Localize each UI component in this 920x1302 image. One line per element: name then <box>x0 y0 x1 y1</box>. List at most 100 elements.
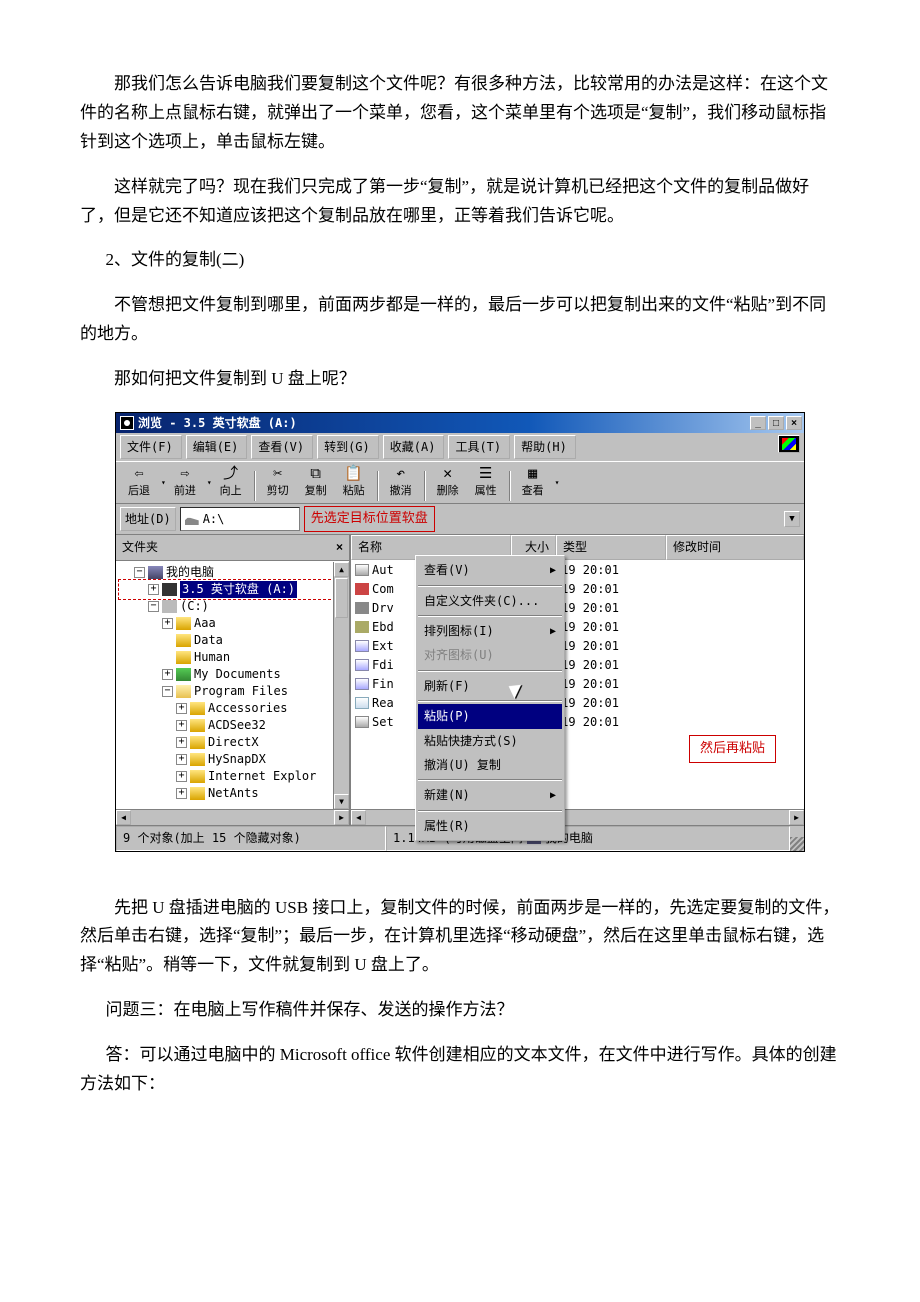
cut-icon: ✂ <box>268 464 288 482</box>
paste-icon: 📋 <box>344 464 364 482</box>
col-type[interactable]: 类型 <box>556 535 666 559</box>
file-icon <box>355 564 369 576</box>
tree-item[interactable]: ACDSee32 <box>208 717 266 734</box>
ctx-undo-copy[interactable]: 撤消(U) 复制 <box>418 753 562 777</box>
context-menu[interactable]: 查看(V)▶ 自定义文件夹(C)... 排列图标(I)▶ 对齐图标(U) 刷新(… <box>415 555 565 841</box>
paste-button[interactable]: 📋粘贴 <box>335 464 373 501</box>
file-icon <box>355 602 369 614</box>
views-label: 查看 <box>522 482 544 501</box>
delete-icon: ✕ <box>438 464 458 482</box>
menu-help[interactable]: 帮助(H) <box>514 435 576 459</box>
ctx-refresh[interactable]: 刷新(F) <box>418 674 562 698</box>
close-button[interactable]: × <box>786 416 802 430</box>
folder-pane-close[interactable]: × <box>336 537 343 557</box>
folder-icon <box>190 736 205 749</box>
ctx-customize[interactable]: 自定义文件夹(C)... <box>418 589 562 613</box>
paragraph: 答：可以通过电脑中的 Microsoft office 软件创建相应的文本文件，… <box>80 1041 840 1099</box>
tree-item[interactable]: Accessories <box>208 700 287 717</box>
col-mtime[interactable]: 修改时间 <box>666 535 804 559</box>
tree-c-drive[interactable]: (C:) <box>180 598 209 615</box>
menu-tools[interactable]: 工具(T) <box>448 435 510 459</box>
forward-label: 前进 <box>174 482 196 501</box>
delete-button[interactable]: ✕删除 <box>429 464 467 501</box>
floppy-icon <box>162 583 177 596</box>
back-label: 后退 <box>128 482 150 501</box>
copy-button[interactable]: ⧉复制 <box>297 464 335 501</box>
menu-goto[interactable]: 转到(G) <box>317 435 379 459</box>
paste-label: 粘贴 <box>343 482 365 501</box>
folder-icon <box>190 753 205 766</box>
ctx-new[interactable]: 新建(N)▶ <box>418 783 562 807</box>
app-icon <box>120 416 134 430</box>
folder-pane-header: 文件夹 × <box>116 535 349 560</box>
back-icon: ⇦ <box>129 464 149 482</box>
back-button[interactable]: ⇦后退 <box>120 464 158 501</box>
tree-item[interactable]: NetAnts <box>208 785 259 802</box>
drive-icon <box>162 600 177 613</box>
folder-icon <box>176 617 191 630</box>
up-label: 向上 <box>220 482 242 501</box>
address-value: A:\ <box>203 509 225 529</box>
tree-hscrollbar[interactable]: ◀▶ <box>116 809 349 825</box>
up-icon: ⤴ <box>221 464 241 482</box>
undo-icon: ↶ <box>391 464 411 482</box>
views-button[interactable]: ▦查看 <box>514 464 552 501</box>
paragraph: 那如何把文件复制到 U 盘上呢？ <box>80 365 840 394</box>
paragraph: 这样就完了吗？现在我们只完成了第一步“复制”，就是说计算机已经把这个文件的复制品… <box>80 173 840 231</box>
tree-item[interactable]: Aaa <box>194 615 216 632</box>
file-icon <box>355 583 369 595</box>
file-icon <box>355 659 369 671</box>
tree-item[interactable]: My Documents <box>194 666 281 683</box>
ctx-align: 对齐图标(U) <box>418 643 562 667</box>
tree-item[interactable]: HySnapDX <box>208 751 266 768</box>
tree-item[interactable]: Data <box>194 632 223 649</box>
paragraph: 问题三：在电脑上写作稿件并保存、发送的操作方法？ <box>80 996 840 1025</box>
tree-item[interactable]: Human <box>194 649 230 666</box>
folder-icon <box>190 702 205 715</box>
menu-edit[interactable]: 编辑(E) <box>186 435 248 459</box>
resize-grip[interactable] <box>790 837 804 851</box>
paragraph: 先把 U 盘插进电脑的 USB 接口上，复制文件的时候，前面两步是一样的，先选定… <box>80 894 840 981</box>
address-field[interactable]: A:\ <box>180 507 300 531</box>
tree-vscrollbar[interactable]: ▲ ▼ <box>333 562 349 810</box>
ctx-paste[interactable]: 粘贴(P) <box>418 704 562 728</box>
file-icon <box>355 640 369 652</box>
undo-button[interactable]: ↶撤消 <box>382 464 420 501</box>
cut-button[interactable]: ✂剪切 <box>259 464 297 501</box>
tree-item[interactable]: Internet Explor <box>208 768 316 785</box>
address-dropdown[interactable]: ▼ <box>784 511 800 527</box>
copy-label: 复制 <box>305 482 327 501</box>
file-icon <box>355 621 369 633</box>
tree-floppy[interactable]: 3.5 英寸软盘 (A:) <box>180 581 297 598</box>
screenshot-figure: WWW C 浏览 - 3.5 英寸软盘 (A:) _ □ × 文件(F) 编辑(… <box>80 412 840 852</box>
file-icon <box>355 716 369 728</box>
paragraph: 不管想把文件复制到哪里，前面两步都是一样的，最后一步可以把复制出来的文件“粘贴”… <box>80 291 840 349</box>
up-button[interactable]: ⤴向上 <box>212 464 250 501</box>
title-bar[interactable]: 浏览 - 3.5 英寸软盘 (A:) _ □ × <box>116 413 804 433</box>
maximize-button[interactable]: □ <box>768 416 784 430</box>
menu-view[interactable]: 查看(V) <box>251 435 313 459</box>
tree-my-computer[interactable]: 我的电脑 <box>166 564 214 581</box>
menu-file[interactable]: 文件(F) <box>120 435 182 459</box>
tree-item[interactable]: Program Files <box>194 683 288 700</box>
forward-button[interactable]: ⇨前进 <box>166 464 204 501</box>
ctx-paste-shortcut[interactable]: 粘贴快捷方式(S) <box>418 729 562 753</box>
views-dropdown-icon[interactable]: ▾ <box>552 476 560 490</box>
address-label: 地址(D) <box>120 507 176 531</box>
back-dropdown-icon[interactable]: ▾ <box>158 476 166 490</box>
ctx-arrange[interactable]: 排列图标(I)▶ <box>418 619 562 643</box>
forward-dropdown-icon[interactable]: ▾ <box>204 476 212 490</box>
ctx-view[interactable]: 查看(V)▶ <box>418 558 562 582</box>
ctx-properties[interactable]: 属性(R) <box>418 814 562 838</box>
tree-item[interactable]: DirectX <box>208 734 259 751</box>
folder-open-icon <box>176 685 191 698</box>
folder-pane-title: 文件夹 <box>122 537 158 557</box>
menu-favorites[interactable]: 收藏(A) <box>383 435 445 459</box>
minimize-button[interactable]: _ <box>750 416 766 430</box>
menu-bar: 文件(F) 编辑(E) 查看(V) 转到(G) 收藏(A) 工具(T) 帮助(H… <box>116 433 804 461</box>
folder-tree[interactable]: −我的电脑 +3.5 英寸软盘 (A:) −(C:) +Aaa Data Hum… <box>116 561 349 810</box>
toolbar: ⇦后退 ▾ ⇨前进 ▾ ⤴向上 ✂剪切 ⧉复制 📋粘贴 ↶撤消 ✕删除 ☰属性 … <box>116 461 804 504</box>
properties-button[interactable]: ☰属性 <box>467 464 505 501</box>
heading: 2、文件的复制(二) <box>80 246 840 275</box>
explorer-window: WWW C 浏览 - 3.5 英寸软盘 (A:) _ □ × 文件(F) 编辑(… <box>115 412 805 852</box>
